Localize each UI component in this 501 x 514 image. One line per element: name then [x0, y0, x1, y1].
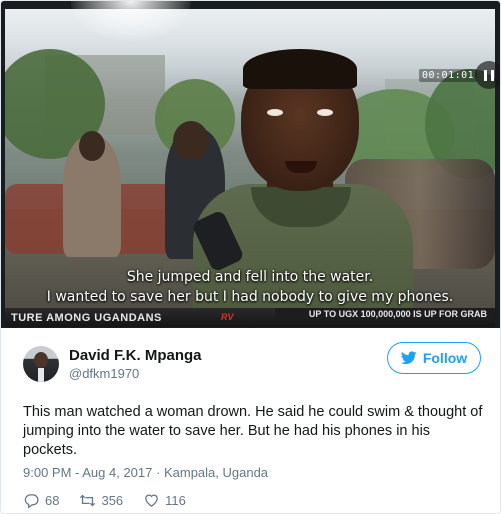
- ticker-headline-right: UP TO UGX 100,000,000 IS UP FOR GRAB: [275, 308, 495, 320]
- tweet-body: David F.K. Mpanga @dfkm1970 Follow This …: [1, 328, 500, 513]
- tweet-location[interactable]: Kampala, Uganda: [164, 465, 268, 480]
- tweet-timestamp[interactable]: 9:00 PM - Aug 4, 2017: [23, 465, 152, 480]
- reply-count: 68: [45, 493, 60, 508]
- interviewee-eye: [317, 109, 333, 116]
- pause-icon[interactable]: [475, 61, 500, 89]
- tweet-meta: 9:00 PM - Aug 4, 2017 · Kampala, Uganda: [23, 465, 268, 480]
- author-name[interactable]: David F.K. Mpanga: [69, 347, 202, 364]
- interviewee-hair: [243, 49, 357, 89]
- like-count: 116: [165, 493, 186, 508]
- video-timer: 00:01:01: [419, 69, 478, 82]
- like-button[interactable]: 116: [143, 492, 186, 509]
- retweet-icon: [80, 494, 96, 507]
- bystander-head: [79, 131, 105, 161]
- meta-separator: ·: [156, 465, 161, 480]
- channel-logo: RV: [221, 312, 234, 322]
- reply-button[interactable]: 68: [23, 492, 59, 509]
- retweet-button[interactable]: 356: [79, 492, 123, 509]
- follow-label: Follow: [422, 350, 468, 366]
- tweet-text: This man watched a woman drown. He said …: [23, 404, 483, 458]
- retweet-count: 356: [101, 493, 124, 508]
- twitter-bird-icon: [400, 351, 417, 365]
- tweet-card: She jumped and fell into the water. I wa…: [0, 0, 501, 514]
- news-ticker: UP TO UGX 100,000,000 IS UP FOR GRAB TUR…: [5, 308, 495, 327]
- subtitle-line-1: She jumped and fell into the water.: [126, 269, 374, 285]
- tweet-media-photo[interactable]: She jumped and fell into the water. I wa…: [1, 1, 500, 328]
- ticker-headline-left: TURE AMONG UGANDANS: [11, 312, 162, 324]
- reply-icon: [24, 494, 39, 509]
- follow-button[interactable]: Follow: [387, 342, 481, 374]
- tweet-actions: 68 356 116: [23, 492, 206, 509]
- tv-screen: She jumped and fell into the water. I wa…: [5, 9, 495, 327]
- interviewee-eye: [267, 109, 283, 116]
- avatar[interactable]: [23, 346, 59, 382]
- subtitle-line-2: I wanted to save her but I had nobody to…: [46, 289, 454, 305]
- author-handle[interactable]: @dfkm1970: [69, 366, 139, 381]
- like-icon: [145, 494, 158, 507]
- bystander-head: [173, 121, 209, 161]
